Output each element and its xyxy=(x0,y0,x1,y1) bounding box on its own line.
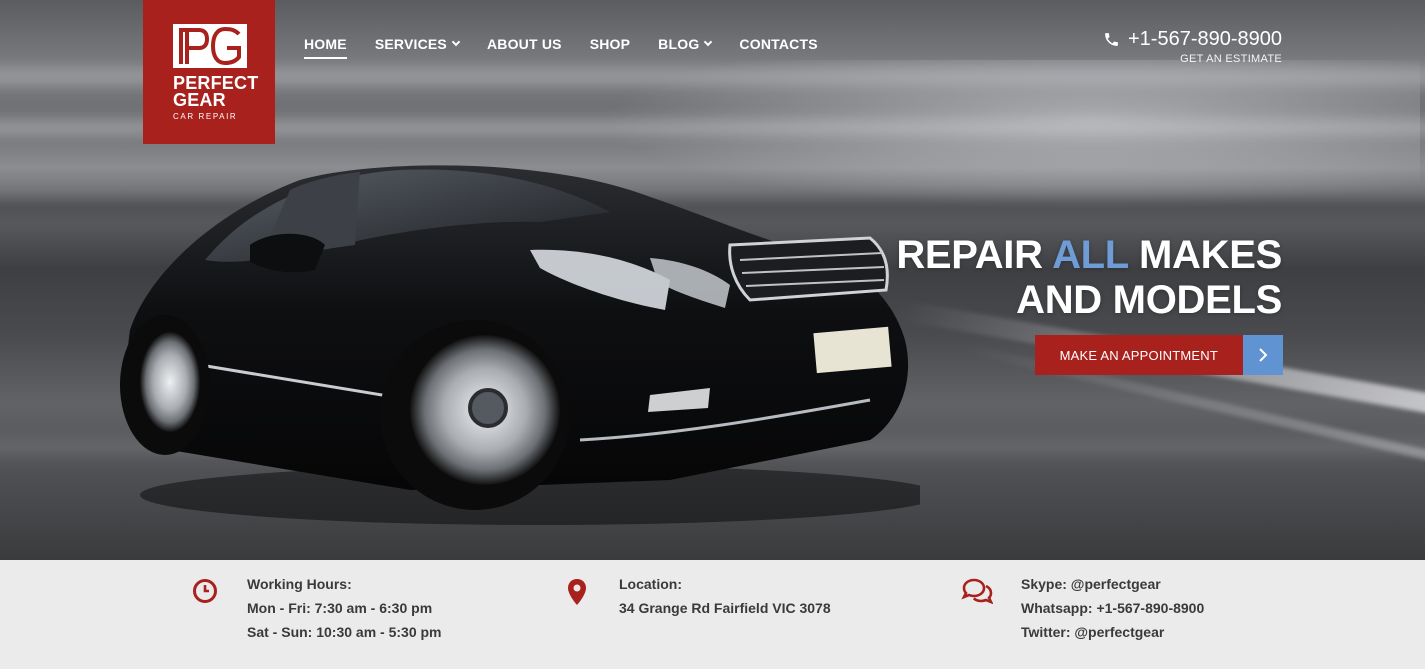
skype-handle[interactable]: Skype: @perfectgear xyxy=(1021,572,1204,596)
headline-word: REPAIR xyxy=(896,233,1043,277)
main-nav: HOME SERVICES ABOUT US SHOP BLOG CONTACT… xyxy=(304,36,846,60)
phone-number: +1-567-890-8900 xyxy=(1127,28,1282,50)
nav-item-about-us[interactable]: ABOUT US xyxy=(487,36,562,60)
nav-item-home[interactable]: HOME xyxy=(304,36,347,60)
nav-label: ABOUT US xyxy=(486,36,562,52)
chevron-right-icon xyxy=(1259,348,1268,362)
cta-arrow xyxy=(1243,335,1283,375)
phone-link[interactable]: +1-567-890-8900 xyxy=(1103,28,1282,51)
nav-label: SERVICES xyxy=(374,36,447,52)
whatsapp-number[interactable]: Whatsapp: +1-567-890-8900 xyxy=(1021,596,1204,620)
info-bar: Working Hours: Mon - Fri: 7:30 am - 6:30… xyxy=(0,560,1425,669)
nav-item-blog[interactable]: BLOG xyxy=(658,36,713,60)
chevron-down-icon xyxy=(451,37,461,47)
logo-name-line2: GEAR xyxy=(173,90,226,110)
map-pin-icon xyxy=(568,579,586,605)
nav-label: HOME xyxy=(304,36,347,52)
headline-line2: AND MODELS xyxy=(1016,278,1282,322)
twitter-handle[interactable]: Twitter: @perfectgear xyxy=(1021,620,1204,644)
logo-mark-icon xyxy=(173,24,247,68)
nav-label: CONTACTS xyxy=(739,36,818,52)
hours-weekdays: Mon - Fri: 7:30 am - 6:30 pm xyxy=(247,600,433,616)
nav-item-services[interactable]: SERVICES xyxy=(374,36,461,60)
contact-channels: Skype: @perfectgear Whatsapp: +1-567-890… xyxy=(961,572,1204,644)
nav-item-shop[interactable]: SHOP xyxy=(590,36,630,60)
make-appointment-button[interactable]: MAKE AN APPOINTMENT xyxy=(1034,335,1283,375)
logo[interactable]: PERFECT GEAR CAR REPAIR xyxy=(143,0,275,144)
location-address: 34 Grange Rd Fairfield VIC 3078 xyxy=(619,600,831,616)
headline-accent: ALL xyxy=(1052,233,1129,277)
nav-label: SHOP xyxy=(589,36,631,52)
cta-label: MAKE AN APPOINTMENT xyxy=(1034,335,1243,375)
chat-icon xyxy=(961,578,993,604)
clock-icon xyxy=(193,579,217,603)
logo-tagline: CAR REPAIR xyxy=(173,112,238,121)
location: Location: 34 Grange Rd Fairfield VIC 307… xyxy=(563,572,831,620)
hero-headline: REPAIR ALL MAKES AND MODELS xyxy=(896,233,1282,323)
nav-item-contacts[interactable]: CONTACTS xyxy=(739,36,817,60)
get-estimate-link[interactable]: GET AN ESTIMATE xyxy=(1103,53,1282,65)
phone-block: +1-567-890-8900 GET AN ESTIMATE xyxy=(1103,28,1282,65)
phone-icon xyxy=(1105,33,1118,46)
working-hours: Working Hours: Mon - Fri: 7:30 am - 6:30… xyxy=(191,572,442,644)
nav-label: BLOG xyxy=(658,36,700,52)
headline-word: MAKES xyxy=(1139,233,1282,277)
hours-title: Working Hours: xyxy=(247,576,352,592)
car-image xyxy=(120,165,920,525)
chevron-down-icon xyxy=(704,37,713,47)
hours-weekend: Sat - Sun: 10:30 am - 5:30 pm xyxy=(247,624,442,640)
location-title: Location: xyxy=(619,576,682,592)
